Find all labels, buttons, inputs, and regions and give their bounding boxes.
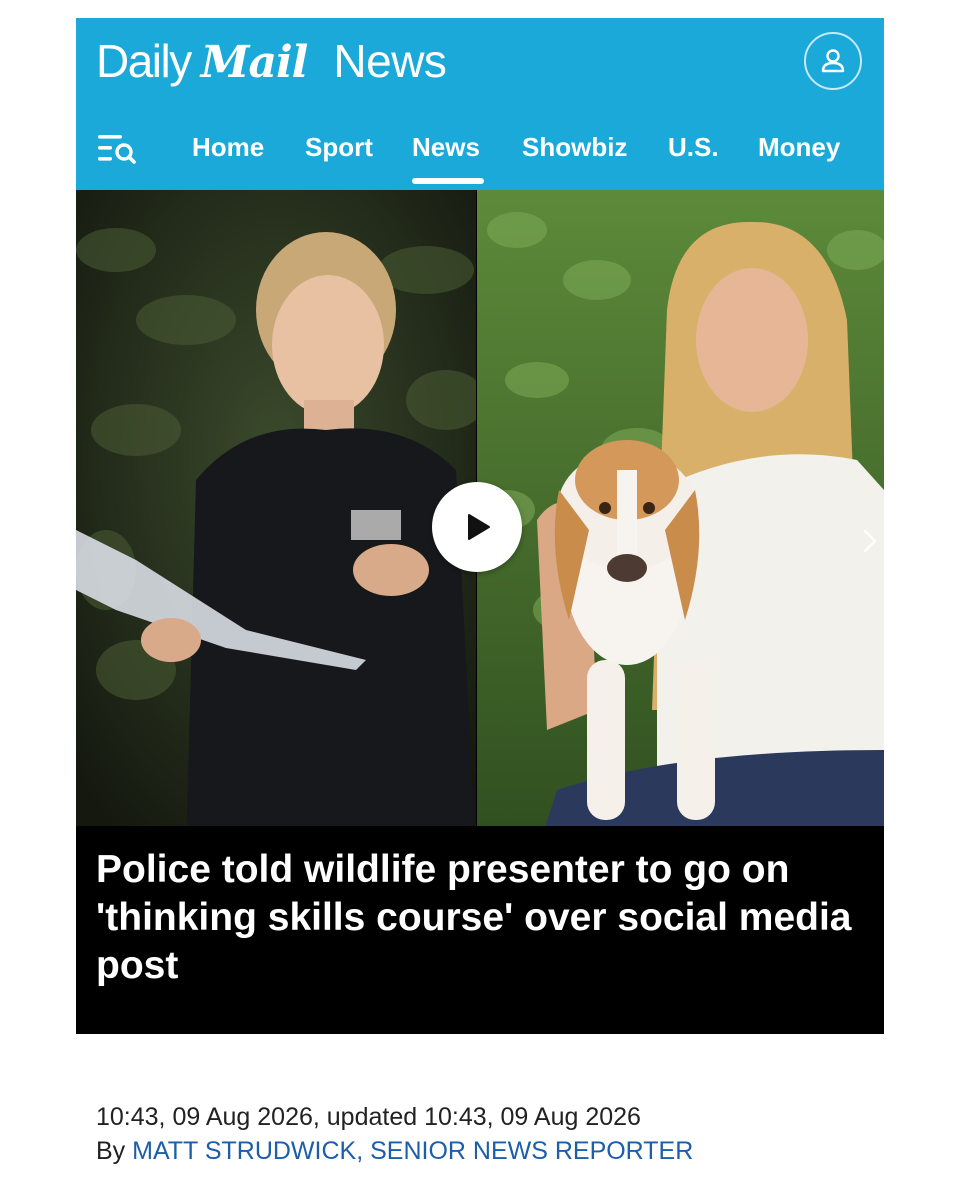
next-slide-button[interactable]: [860, 526, 880, 556]
author-link[interactable]: MATT STRUDWICK, SENIOR NEWS REPORTER: [132, 1137, 693, 1165]
nav-item-money[interactable]: Money: [758, 132, 840, 163]
play-icon: [468, 514, 490, 540]
logo-daily: Daily: [96, 35, 192, 87]
menu-search-icon: [98, 135, 136, 164]
byline-prefix: By: [96, 1137, 126, 1165]
active-tab-indicator: [412, 178, 484, 184]
logo-mail: Mail: [200, 37, 309, 88]
site-logo[interactable]: Daily Mail News: [96, 34, 447, 94]
headline-banner[interactable]: Police told wildlife presenter to go on …: [76, 826, 884, 1034]
user-icon: [821, 49, 845, 73]
app: Daily Mail News Home Sport News Showbiz …: [76, 18, 884, 852]
nav-item-sport[interactable]: Sport: [305, 132, 373, 163]
nav-item-home[interactable]: Home: [192, 132, 264, 163]
article-meta: 10:43, 09 Aug 2026, updated 10:43, 09 Au…: [96, 1100, 896, 1168]
main-nav: Home Sport News Showbiz U.S. Money: [76, 114, 884, 190]
account-button[interactable]: [804, 32, 862, 90]
article-byline: By MATT STRUDWICK, SENIOR NEWS REPORTER: [96, 1134, 896, 1168]
police-officer-photo: [76, 190, 476, 852]
menu-button[interactable]: [96, 131, 140, 167]
article-headline[interactable]: Police told wildlife presenter to go on …: [96, 846, 876, 990]
section-title: News: [333, 35, 447, 87]
article-timestamp: 10:43, 09 Aug 2026, updated 10:43, 09 Au…: [96, 1103, 641, 1131]
presenter-with-dog-photo: [477, 190, 884, 852]
nav-item-news[interactable]: News: [412, 132, 480, 163]
nav-item-us[interactable]: U.S.: [668, 132, 719, 163]
chevron-right-icon: [863, 529, 877, 553]
hero-media[interactable]: [76, 190, 884, 852]
site-header: Daily Mail News Home Sport News Showbiz …: [76, 18, 884, 190]
nav-item-showbiz[interactable]: Showbiz: [522, 132, 627, 163]
play-button[interactable]: [432, 482, 522, 572]
